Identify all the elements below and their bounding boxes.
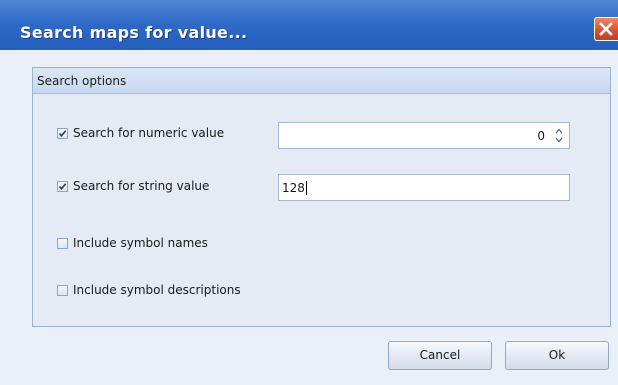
checkbox-box[interactable] bbox=[57, 180, 68, 192]
string-value-input[interactable]: 128 bbox=[278, 174, 570, 201]
window-title: Search maps for value... bbox=[20, 23, 248, 42]
close-button[interactable] bbox=[594, 17, 618, 41]
numeric-value-label: Search for numeric value bbox=[73, 126, 225, 140]
search-maps-dialog: Search maps for value... Search options … bbox=[0, 0, 618, 385]
group-header-label: Search options bbox=[37, 74, 127, 88]
symbol-descriptions-label: Include symbol descriptions bbox=[73, 283, 241, 297]
check-icon bbox=[58, 182, 67, 190]
title-bar[interactable]: Search maps for value... bbox=[0, 0, 618, 51]
symbol-names-label: Include symbol names bbox=[73, 236, 208, 250]
spin-arrows-icon[interactable] bbox=[553, 126, 565, 145]
string-value-label: Search for string value bbox=[73, 179, 210, 193]
checkbox-box[interactable] bbox=[57, 237, 68, 249]
string-value-checkbox[interactable]: Search for string value bbox=[57, 179, 209, 193]
numeric-value-checkbox[interactable]: Search for numeric value bbox=[57, 126, 224, 140]
symbol-descriptions-checkbox[interactable]: Include symbol descriptions bbox=[57, 283, 241, 297]
checkbox-box[interactable] bbox=[57, 127, 68, 139]
numeric-value-input[interactable]: 0 bbox=[278, 122, 570, 149]
close-icon bbox=[599, 22, 613, 36]
checkbox-box[interactable] bbox=[57, 284, 68, 296]
numeric-value-text: 0 bbox=[537, 129, 545, 143]
group-header: Search options bbox=[33, 68, 610, 94]
string-value-text: 128 bbox=[282, 181, 307, 195]
ok-button[interactable]: Ok bbox=[505, 341, 609, 370]
string-value-content: 128 bbox=[282, 181, 305, 195]
text-caret bbox=[305, 181, 307, 195]
check-icon bbox=[58, 129, 67, 137]
cancel-button[interactable]: Cancel bbox=[388, 341, 492, 370]
symbol-names-checkbox[interactable]: Include symbol names bbox=[57, 236, 208, 250]
